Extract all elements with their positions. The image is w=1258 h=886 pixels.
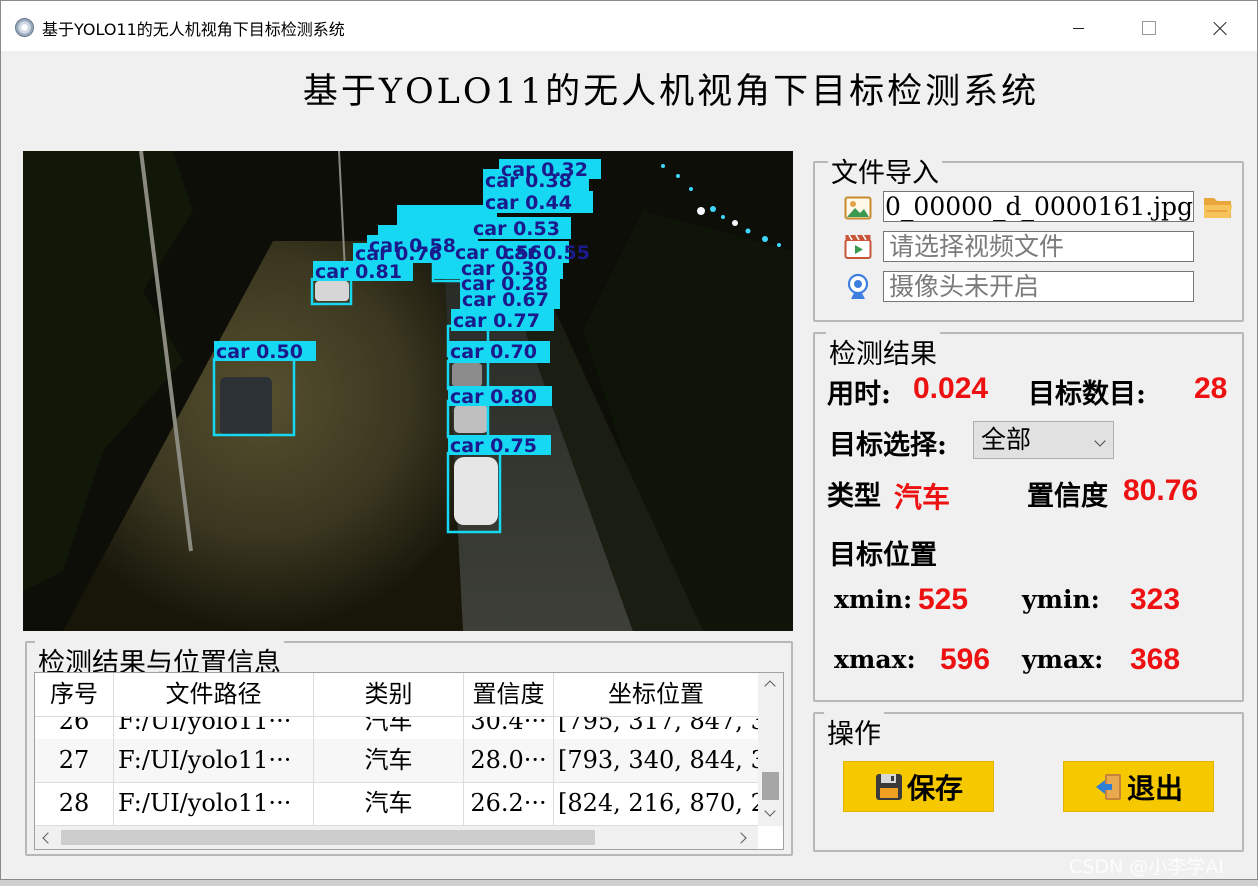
confidence-label: 置信度: [1027, 481, 1108, 512]
target-select-label: 目标选择:: [829, 430, 947, 461]
column-header[interactable]: 序号: [35, 673, 114, 717]
table-cell: F:/UI/yolo11···: [114, 739, 314, 782]
table-row[interactable]: 27 F:/UI/yolo11··· 汽车 28.0··· [793, 340,…: [35, 739, 758, 783]
ymax-label: ymax:: [1022, 645, 1104, 674]
ymin-label: ymin:: [1022, 585, 1100, 614]
type-value: 汽车: [894, 481, 951, 514]
detection-label: car 0.81: [315, 261, 402, 283]
app-window: 基于YOLO11的无人机视角下目标检测系统 基于YOLO11的无人机视角下目标检…: [0, 0, 1258, 880]
detection-label: car 0.75: [450, 435, 537, 457]
detection-label: car 0.80: [450, 386, 537, 408]
detection-label: car 0.50: [216, 341, 303, 363]
table-cell: [793, 340, 844, 376: [558, 746, 758, 774]
image-file-field[interactable]: 0_00000_d_0000161.jpg: [883, 191, 1194, 222]
type-label: 类型: [827, 481, 881, 512]
table-cell: 26.2···: [464, 782, 554, 825]
detection-label: car 0.70: [450, 341, 537, 363]
exit-button[interactable]: 退出: [1063, 761, 1214, 812]
column-header[interactable]: 坐标位置: [554, 673, 758, 717]
title-bar: 基于YOLO11的无人机视角下目标检测系统: [1, 1, 1257, 51]
ymin-value: 323: [1130, 583, 1181, 616]
table-cell: [824, 216, 870, 240: [558, 789, 758, 817]
detection-result-title: 检测结果: [826, 332, 940, 371]
detection-label: car 0.38: [485, 170, 572, 192]
image-file-value: 0_00000_d_0000161.jpg: [885, 192, 1193, 221]
file-import-title: 文件导入: [828, 151, 942, 190]
ymax-value: 368: [1130, 643, 1181, 676]
column-header[interactable]: 文件路径: [114, 673, 314, 717]
time-value: 0.024: [913, 372, 989, 405]
vertical-scrollbar[interactable]: [758, 673, 783, 826]
video-icon: [844, 234, 872, 259]
xmin-value: 525: [918, 583, 969, 616]
detection-label: car 0.53: [473, 218, 560, 240]
save-button[interactable]: 保存: [843, 761, 994, 812]
folder-icon[interactable]: [1203, 193, 1233, 221]
chevron-left-icon[interactable]: [42, 832, 54, 844]
detection-table[interactable]: 26 F:/UI/yolo11··· 汽车 30.4··· [795, 317,…: [34, 672, 784, 850]
target-select-value: 全部: [981, 425, 1032, 454]
chevron-down-icon: [1094, 435, 1106, 447]
table-cell: F:/UI/yolo11···: [114, 782, 314, 825]
exit-label: 退出: [1126, 771, 1183, 805]
chevron-down-icon[interactable]: [764, 805, 776, 817]
app-heading: 基于YOLO11的无人机视角下目标检测系统: [1, 63, 1258, 114]
app-heading-text: 基于YOLO11的无人机视角下目标检测系统: [302, 72, 1040, 112]
minimize-button[interactable]: [1043, 1, 1113, 51]
image-icon: [844, 196, 872, 220]
confidence-value: 80.76: [1123, 474, 1199, 507]
chevron-right-icon[interactable]: [735, 832, 747, 844]
column-header[interactable]: 置信度: [464, 673, 554, 717]
xmax-value: 596: [940, 643, 991, 676]
column-header[interactable]: 类别: [314, 673, 464, 717]
video-file-field[interactable]: 请选择视频文件: [883, 231, 1194, 262]
camera-status-field[interactable]: 摄像头未开启: [883, 271, 1194, 302]
table-cell: 28: [35, 782, 114, 825]
detection-image-view: car 0.32 car 0.38 car 0.44 car 0.53 car …: [23, 151, 793, 631]
app-icon: [15, 18, 34, 37]
window-title: 基于YOLO11的无人机视角下目标检测系统: [42, 20, 345, 39]
table-cell: 汽车: [314, 739, 464, 782]
count-value: 28: [1194, 372, 1228, 405]
count-label: 目标数目:: [1028, 379, 1146, 410]
watermark: CSDN @小李学AI: [1069, 856, 1224, 878]
chevron-up-icon[interactable]: [764, 680, 776, 692]
target-position-label: 目标位置: [829, 540, 937, 571]
scrollbar-thumb[interactable]: [762, 772, 779, 800]
close-button[interactable]: [1185, 1, 1255, 51]
operations-title: 操作: [824, 712, 884, 751]
save-icon: [875, 773, 902, 800]
table-cell: 28.0···: [464, 739, 554, 782]
table-cell: 27: [35, 739, 114, 782]
target-select[interactable]: 全部: [973, 421, 1114, 459]
table-cell: 汽车: [314, 782, 464, 825]
horizontal-scrollbar[interactable]: [35, 826, 758, 849]
xmax-label: xmax:: [834, 645, 916, 674]
xmin-label: xmin:: [834, 585, 913, 614]
detection-label: car 0.77: [453, 310, 540, 332]
camera-icon: [847, 273, 869, 299]
table-row[interactable]: 28 F:/UI/yolo11··· 汽车 26.2··· [824, 216,…: [35, 782, 758, 826]
time-label: 用时:: [827, 379, 891, 410]
detection-label: car 0.44: [485, 192, 572, 214]
maximize-button[interactable]: [1113, 1, 1183, 51]
detection-label: car 0.67: [462, 289, 549, 311]
scrollbar-thumb[interactable]: [61, 830, 595, 845]
exit-icon: [1095, 773, 1121, 800]
detection-scene: car 0.32 car 0.38 car 0.44 car 0.53 car …: [23, 151, 793, 631]
save-label: 保存: [906, 771, 963, 805]
